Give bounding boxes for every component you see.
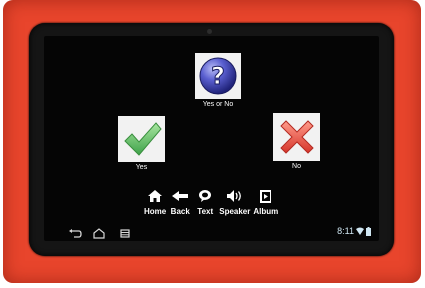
status-area: 8:11 (337, 226, 371, 236)
back-label: Back (170, 207, 190, 216)
battery-icon (366, 226, 371, 236)
yes-tile[interactable]: Yes (118, 116, 165, 171)
yes-tile-frame (118, 116, 165, 162)
speaker-icon (224, 188, 246, 204)
album-icon (255, 188, 277, 204)
question-tile-frame: ? (195, 53, 241, 99)
album-button[interactable]: Album (253, 188, 278, 224)
text-button[interactable]: Text (194, 188, 216, 224)
home-button[interactable]: Home (144, 188, 166, 224)
back-arrow-icon (169, 188, 191, 204)
text-label: Text (197, 207, 214, 216)
checkmark-icon (123, 122, 162, 156)
front-camera (207, 29, 212, 34)
yes-label: Yes (135, 164, 148, 171)
speaker-button[interactable]: Speaker (219, 188, 250, 224)
wifi-icon (356, 227, 364, 235)
question-mark-icon: ? (199, 57, 237, 95)
svg-text:?: ? (211, 62, 225, 90)
no-tile-frame (273, 113, 320, 161)
nav-recents-icon[interactable] (118, 226, 132, 238)
system-nav-bar: 8:11 (44, 224, 379, 241)
tablet-screen: ? Yes or No Yes No Home Back Text Speake… (44, 36, 379, 241)
speech-bubble-icon (194, 188, 216, 204)
no-tile[interactable]: No (273, 113, 320, 170)
yes-or-no-label: Yes or No (202, 101, 234, 108)
nav-home-icon[interactable] (92, 226, 106, 239)
speaker-label: Speaker (219, 207, 251, 216)
cross-icon (279, 120, 314, 154)
clock-text: 8:11 (337, 226, 354, 236)
no-label: No (292, 163, 301, 170)
nav-back-icon[interactable] (68, 226, 82, 238)
yes-or-no-tile[interactable]: ? Yes or No (195, 53, 241, 108)
home-icon (144, 188, 166, 204)
home-label: Home (144, 207, 167, 216)
album-label: Album (253, 207, 279, 216)
app-toolbar: Home Back Text Speaker Album (144, 188, 278, 224)
back-button[interactable]: Back (169, 188, 191, 224)
